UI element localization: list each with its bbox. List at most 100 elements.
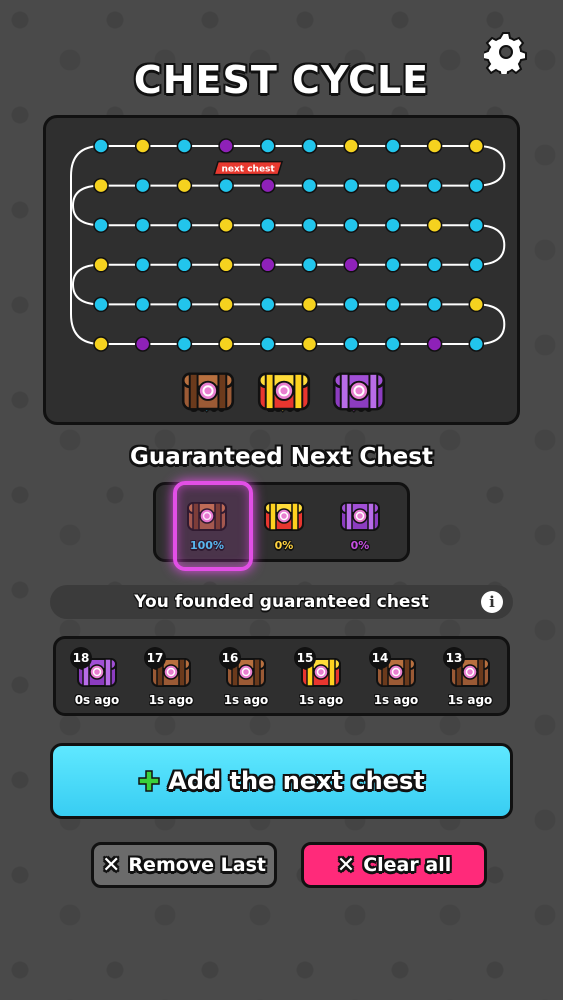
chest-cycle-panel: next chest 36/60 18/60 6/60 xyxy=(43,115,520,425)
cycle-dot-blue xyxy=(176,217,193,233)
cycle-track-line xyxy=(71,145,506,345)
info-bar: You founded guaranteed chest i xyxy=(50,585,513,619)
history-item: 13 1s ago xyxy=(439,645,501,713)
cycle-dot-blue xyxy=(134,217,151,233)
purple-chest-icon xyxy=(332,366,386,411)
cycle-dot-yellow xyxy=(176,177,193,194)
cycle-dot-blue xyxy=(176,336,193,352)
history-number: 16 xyxy=(219,647,241,669)
cycle-dot-blue xyxy=(134,257,151,273)
cycle-dot-yellow xyxy=(426,217,443,233)
remove-button-label: Remove Last xyxy=(128,854,266,876)
cycle-dot-blue xyxy=(343,296,359,313)
cycle-dot-blue xyxy=(260,138,276,154)
guaranteed-gold: 0% xyxy=(252,495,316,557)
cycle-dot-yellow xyxy=(93,336,109,352)
clear-all-button[interactable]: ✕ Clear all xyxy=(301,842,487,888)
count-gold: 18/60 xyxy=(254,366,314,413)
cycle-dot-purple xyxy=(343,257,359,273)
count-wood: 36/60 xyxy=(178,366,238,413)
wood-chest-icon xyxy=(181,366,235,411)
history-item: 17 1s ago xyxy=(140,645,202,713)
clear-button-label: Clear all xyxy=(363,854,452,876)
history-item: 14 1s ago xyxy=(365,645,427,713)
history-time: 1s ago xyxy=(298,693,344,707)
history-number: 13 xyxy=(443,647,465,669)
chest-counts: 36/60 18/60 6/60 xyxy=(46,366,517,422)
cycle-dot-blue xyxy=(176,296,193,313)
add-next-chest-button[interactable]: Add the next chest xyxy=(50,743,513,819)
gold-chest-icon xyxy=(261,497,307,533)
cycle-dot-blue xyxy=(218,177,234,194)
cycle-dot-yellow xyxy=(343,138,359,154)
cycle-dot-purple xyxy=(426,336,443,352)
cycle-dot-blue xyxy=(468,257,485,273)
remove-last-button[interactable]: ✕ Remove Last xyxy=(91,842,277,888)
history-number: 15 xyxy=(294,647,316,669)
cycle-dot-purple xyxy=(260,257,276,273)
wood-chest-icon xyxy=(184,497,230,533)
cycle-dot-blue xyxy=(468,336,485,352)
cycle-dot-purple xyxy=(134,336,151,352)
cycle-dot-blue xyxy=(426,257,443,273)
history-time: 1s ago xyxy=(223,693,269,707)
chest-cycle-track: next chest xyxy=(70,138,506,352)
next-chest-tag: next chest xyxy=(213,160,284,176)
history-number: 18 xyxy=(70,647,92,669)
guaranteed-purple: 0% xyxy=(328,495,392,557)
cycle-dot-blue xyxy=(301,257,318,273)
cycle-dot-blue xyxy=(93,138,109,154)
history-item: 16 1s ago xyxy=(215,645,277,713)
purple-chest-icon xyxy=(337,497,383,533)
guaranteed-pct-gold: 0% xyxy=(274,539,294,552)
history-time: 1s ago xyxy=(148,693,194,707)
info-text: You founded guaranteed chest xyxy=(134,592,429,612)
cycle-dot-yellow xyxy=(468,138,485,154)
guaranteed-title: Guaranteed Next Chest xyxy=(130,444,433,470)
cycle-dot-blue xyxy=(134,177,151,194)
cycle-dot-blue xyxy=(343,336,359,352)
gold-chest-icon xyxy=(257,366,311,411)
guaranteed-next-chest-panel: 100% 0% 0% xyxy=(153,481,410,571)
guaranteed-wood: 100% xyxy=(173,481,253,571)
info-icon[interactable]: i xyxy=(481,591,503,613)
add-button-label: Add the next chest xyxy=(168,767,425,795)
cycle-dot-blue xyxy=(93,217,109,233)
guaranteed-pct-wood: 100% xyxy=(190,539,224,552)
cycle-dot-blue xyxy=(260,336,276,352)
cycle-dot-blue xyxy=(343,217,359,233)
cycle-dot-yellow xyxy=(301,296,318,313)
cycle-dot-blue xyxy=(468,177,485,194)
close-icon: ✕ xyxy=(336,852,356,878)
guaranteed-pct-purple: 0% xyxy=(350,539,370,552)
cycle-dot-purple xyxy=(218,138,234,154)
cycle-dot-blue xyxy=(426,177,443,194)
history-item: 15 1s ago xyxy=(290,645,352,713)
cycle-dot-blue xyxy=(385,217,401,233)
cycle-dot-blue xyxy=(176,138,193,154)
cycle-dot-blue xyxy=(93,296,109,313)
cycle-dot-yellow xyxy=(218,217,234,233)
cycle-dot-blue xyxy=(385,336,401,352)
cycle-dot-yellow xyxy=(218,296,234,313)
cycle-dot-blue xyxy=(385,257,401,273)
history-time: 0s ago xyxy=(74,693,120,707)
cycle-dot-blue xyxy=(260,217,276,233)
cycle-dot-blue xyxy=(426,296,443,313)
history-item: 18 0s ago xyxy=(66,645,128,713)
cycle-dot-yellow xyxy=(218,336,234,352)
count-purple: 6/60 xyxy=(329,366,389,413)
cycle-dot-blue xyxy=(301,138,318,154)
cycle-dot-blue xyxy=(260,296,276,313)
cycle-dot-blue xyxy=(385,177,401,194)
cycle-dot-yellow xyxy=(301,336,318,352)
history-number: 14 xyxy=(369,647,391,669)
next-chest-label: next chest xyxy=(221,165,275,175)
chest-history-panel: 18 0s ago 17 1s ago 16 1s ago 15 1s ago … xyxy=(53,636,510,716)
cycle-dot-yellow xyxy=(93,257,109,273)
cycle-loop-line xyxy=(70,145,102,345)
cycle-dot-blue xyxy=(343,177,359,194)
close-icon: ✕ xyxy=(101,852,121,878)
history-number: 17 xyxy=(144,647,166,669)
cycle-dot-blue xyxy=(385,296,401,313)
